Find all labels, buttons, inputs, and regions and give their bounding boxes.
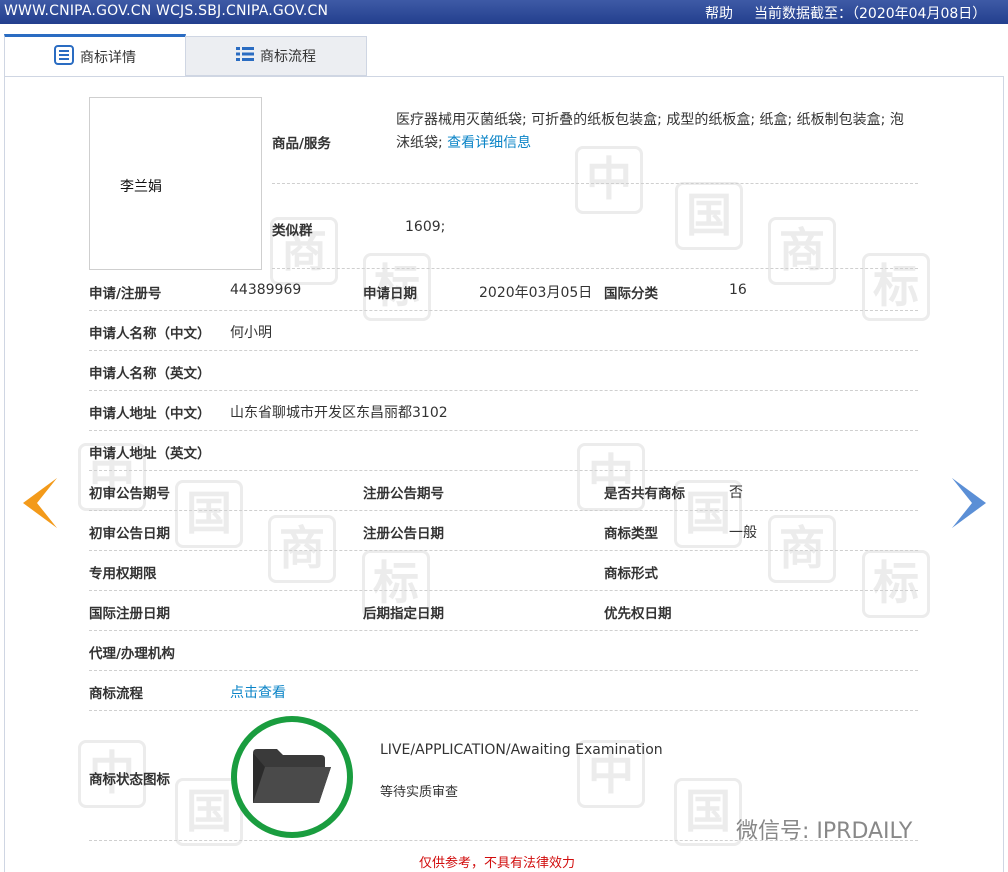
reg-no-label: 申请/注册号 xyxy=(89,286,162,302)
tab-label: 商标流程 xyxy=(260,49,316,65)
divider xyxy=(89,550,918,551)
mark-form-label: 商标形式 xyxy=(604,566,658,582)
watermark-glyph: 标 xyxy=(862,550,930,618)
list-icon xyxy=(236,46,254,66)
intl-class-value: 16 xyxy=(729,282,747,298)
similar-group-value: 1609; xyxy=(405,219,446,235)
exclusive-period-label: 专用权期限 xyxy=(89,566,157,582)
applicant-cn-value: 何小明 xyxy=(230,325,272,341)
status-icon-label: 商标状态图标 xyxy=(89,772,170,788)
address-cn-value: 山东省聊城市开发区东昌丽都3102 xyxy=(230,405,448,421)
agent-label: 代理/办理机构 xyxy=(89,646,175,662)
tab-bar: 商标详情 商标流程 xyxy=(4,34,1004,77)
next-arrow-cutout xyxy=(952,478,972,528)
watermark-glyph: 商 xyxy=(768,515,836,583)
process-view-link[interactable]: 点击查看 xyxy=(230,682,286,702)
document-list-icon xyxy=(54,45,74,69)
divider xyxy=(89,430,918,431)
panel-border-top xyxy=(4,76,1004,77)
divider xyxy=(89,470,918,471)
prelim-pub-no-label: 初审公告期号 xyxy=(89,486,170,502)
panel-border-left xyxy=(4,76,5,872)
shared-mark-value: 否 xyxy=(729,485,743,501)
disclaimer-note: 仅供参考，不具有法律效力 xyxy=(419,856,576,871)
divider xyxy=(89,710,918,711)
goods-value: 医疗器械用灭菌纸袋; 可折叠的纸板包装盒; 成型的纸板盒; 纸盒; 纸板制包装盒… xyxy=(396,109,916,155)
divider xyxy=(89,670,918,671)
prelim-pub-date-label: 初审公告日期 xyxy=(89,526,170,542)
watermark-glyph: 国 xyxy=(175,480,243,548)
address-en-label: 申请人地址（英文） xyxy=(89,446,211,462)
mark-type-value: 一般 xyxy=(729,525,757,541)
intl-class-label: 国际分类 xyxy=(604,286,658,302)
divider xyxy=(272,268,918,269)
tab-label: 商标详情 xyxy=(80,50,136,66)
divider xyxy=(89,590,918,591)
divider xyxy=(272,183,918,184)
folder-icon xyxy=(253,749,331,803)
divider xyxy=(89,510,918,511)
data-as-of: 当前数据截至：（2020年04月08日） xyxy=(754,3,986,23)
watermark-glyph: 国 xyxy=(674,778,742,846)
later-designation-label: 后期指定日期 xyxy=(363,606,444,622)
shared-mark-label: 是否共有商标 xyxy=(604,486,685,502)
watermark-glyph: 中 xyxy=(575,146,643,214)
mark-type-label: 商标类型 xyxy=(604,526,658,542)
reg-pub-no-label: 注册公告期号 xyxy=(363,486,444,502)
watermark-glyph: 国 xyxy=(675,182,743,250)
divider xyxy=(89,310,918,311)
reg-pub-date-label: 注册公告日期 xyxy=(363,526,444,542)
process-label: 商标流程 xyxy=(89,686,143,702)
applicant-en-label: 申请人名称（英文） xyxy=(89,366,211,382)
address-cn-label: 申请人地址（中文） xyxy=(89,406,211,422)
goods-label: 商品/服务 xyxy=(272,136,331,152)
intl-reg-date-label: 国际注册日期 xyxy=(89,606,170,622)
app-date-label: 申请日期 xyxy=(363,286,417,302)
help-link[interactable]: 帮助 xyxy=(705,3,733,23)
divider xyxy=(89,390,918,391)
wechat-watermark: 微信号: IPRDAILY xyxy=(736,819,913,844)
trademark-text: 李兰娟 xyxy=(120,179,162,195)
status-chinese: 等待实质审查 xyxy=(380,785,459,800)
panel-border-right xyxy=(1003,76,1004,872)
data-as-of-date: （2020年04月08日） xyxy=(852,6,987,22)
similar-group-label: 类似群 xyxy=(272,223,313,239)
watermark-glyph: 商 xyxy=(768,217,836,285)
divider xyxy=(89,630,918,631)
status-english: LIVE/APPLICATION/Awaiting Examination xyxy=(380,742,663,758)
tab-trademark-details[interactable]: 商标详情 xyxy=(4,34,186,77)
divider xyxy=(89,350,918,351)
data-as-of-label: 当前数据截至： xyxy=(754,6,852,22)
status-ring xyxy=(231,716,353,838)
reg-no-value: 44389969 xyxy=(230,282,302,298)
trademark-image: 李兰娟 xyxy=(89,97,262,270)
applicant-cn-label: 申请人名称（中文） xyxy=(89,326,211,342)
app-date-value: 2020年03月05日 xyxy=(479,285,593,301)
site-urls: WWW.CNIPA.GOV.CN WCJS.SBJ.CNIPA.GOV.CN xyxy=(4,3,329,19)
prev-arrow-cutout xyxy=(37,478,57,528)
top-bar: WWW.CNIPA.GOV.CN WCJS.SBJ.CNIPA.GOV.CN 帮… xyxy=(0,0,1008,24)
tab-trademark-process[interactable]: 商标流程 xyxy=(185,36,367,76)
view-details-link[interactable]: 查看详细信息 xyxy=(447,135,531,151)
priority-date-label: 优先权日期 xyxy=(604,606,672,622)
watermark-glyph: 商 xyxy=(268,515,336,583)
